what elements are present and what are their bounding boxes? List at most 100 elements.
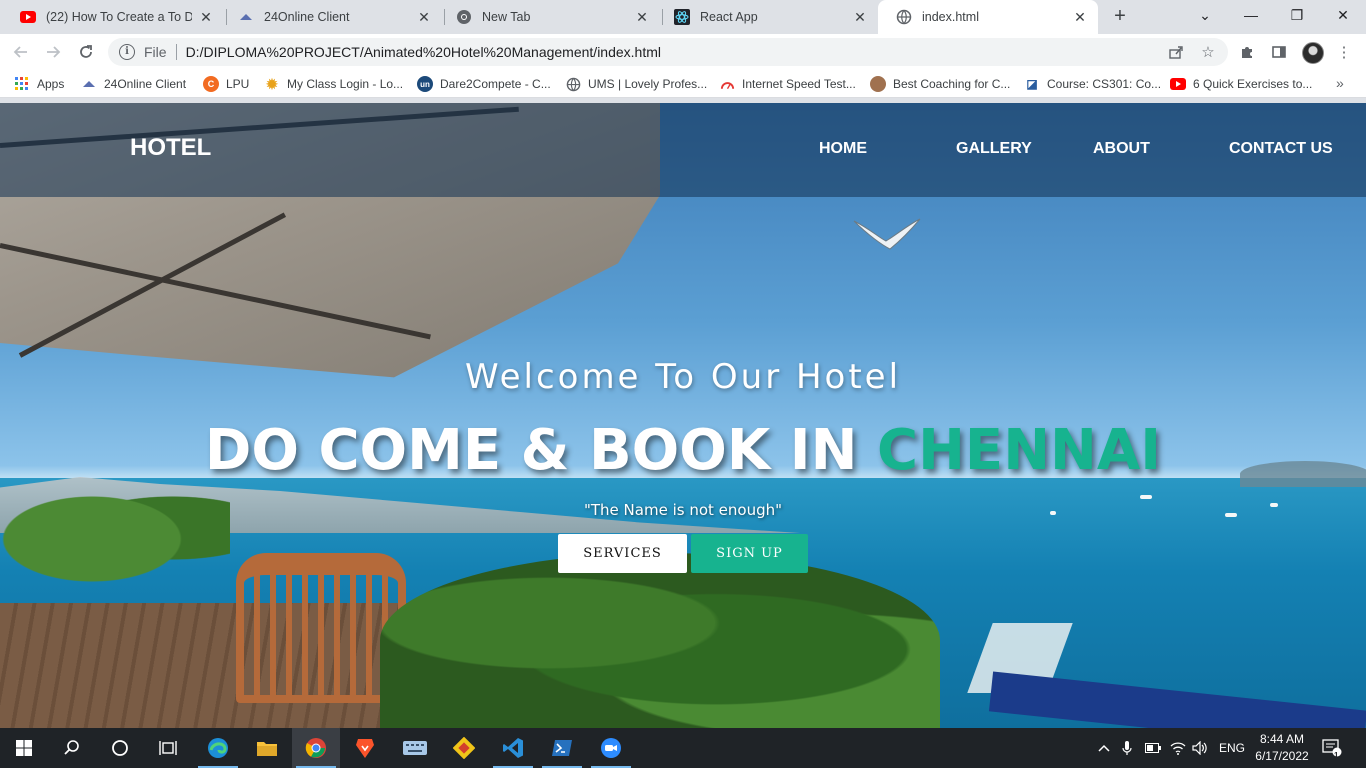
bookmark-label: Apps xyxy=(37,77,65,91)
side-panel-icon[interactable] xyxy=(1269,42,1289,62)
bookmark-course-cs301[interactable]: ◪ Course: CS301: Co... xyxy=(1024,75,1161,93)
hero-title: DO COME & BOOK IN CHENNAI xyxy=(0,418,1366,483)
arrow-left-icon xyxy=(13,46,27,58)
close-icon[interactable]: ✕ xyxy=(416,9,432,25)
chrome-icon[interactable] xyxy=(292,728,340,768)
omnibox-divider xyxy=(175,44,177,60)
new-tab-button[interactable]: + xyxy=(1108,5,1132,29)
bookmark-label: Dare2Compete - C... xyxy=(440,77,551,91)
profile-avatar[interactable] xyxy=(1302,42,1324,64)
reload-icon xyxy=(80,45,92,58)
speed-icon xyxy=(719,76,735,92)
show-hidden-icons-chevron-icon[interactable] xyxy=(1098,728,1110,768)
tab-index-html[interactable]: index.html ✕ xyxy=(878,0,1098,34)
bookmark-label: UMS | Lovely Profes... xyxy=(588,77,708,91)
edge-icon[interactable] xyxy=(194,728,242,768)
bookmark-ums[interactable]: UMS | Lovely Profes... xyxy=(565,75,707,93)
bookmark-apps[interactable]: Apps xyxy=(14,75,64,93)
notification-center-icon[interactable]: 1 xyxy=(1322,728,1342,768)
un-icon: un xyxy=(417,76,433,92)
react-icon xyxy=(674,9,690,25)
bookmark-label: Best Coaching for C... xyxy=(893,77,1011,91)
tab-24online[interactable]: 24Online Client ✕ xyxy=(220,0,442,34)
volume-icon[interactable] xyxy=(1192,728,1208,768)
services-button[interactable]: SERVICES xyxy=(558,534,687,573)
bookmark-my-class-login[interactable]: ✹ My Class Login - Lo... xyxy=(264,75,403,93)
seagull-icon xyxy=(853,218,921,250)
close-icon[interactable]: ✕ xyxy=(198,9,214,25)
bookmark-dare2compete[interactable]: un Dare2Compete - C... xyxy=(417,75,551,93)
close-icon[interactable]: ✕ xyxy=(634,9,650,25)
info-icon[interactable]: i xyxy=(119,44,135,60)
browser-tab-strip: (22) How To Create a To Do List ✕ 24Onli… xyxy=(0,0,1366,34)
bookmark-speed-test[interactable]: Internet Speed Test... xyxy=(719,75,856,93)
sign-up-button[interactable]: SIGN UP xyxy=(691,534,808,573)
address-bar[interactable]: i File D:/DIPLOMA%20PROJECT/Animated%20H… xyxy=(108,38,1228,66)
bookmark-24online[interactable]: 24Online Client xyxy=(81,75,186,93)
tab-youtube[interactable]: (22) How To Create a To Do List ✕ xyxy=(2,0,224,34)
tab-title: New Tab xyxy=(482,10,531,24)
site-logo[interactable]: HOTEL xyxy=(130,134,211,162)
tab-title: index.html xyxy=(922,10,979,24)
reload-button[interactable] xyxy=(74,40,98,64)
tab-title: (22) How To Create a To Do List xyxy=(46,10,192,24)
tab-title: React App xyxy=(700,10,758,24)
restore-button[interactable]: ❐ xyxy=(1274,0,1320,30)
bookmarks-overflow-icon[interactable]: » xyxy=(1336,75,1344,91)
bookmark-quick-exercises[interactable]: 6 Quick Exercises to... xyxy=(1170,75,1312,93)
keyboard-icon[interactable] xyxy=(391,728,439,768)
minimize-button[interactable]: — xyxy=(1228,0,1274,30)
back-button[interactable] xyxy=(9,40,33,64)
share-icon[interactable] xyxy=(1167,43,1185,61)
bookmark-label: Internet Speed Test... xyxy=(742,77,856,91)
file-explorer-icon[interactable] xyxy=(243,728,291,768)
windows-start-icon[interactable] xyxy=(0,728,48,768)
vscode-icon[interactable] xyxy=(489,728,537,768)
background-boat xyxy=(1140,495,1152,499)
close-window-button[interactable]: ✕ xyxy=(1320,0,1366,30)
background-plants-left xyxy=(0,473,230,583)
task-view-icon[interactable] xyxy=(144,728,192,768)
language-indicator[interactable]: ENG xyxy=(1219,728,1245,768)
tab-new-tab[interactable]: New Tab ✕ xyxy=(438,0,660,34)
bookmark-label: 24Online Client xyxy=(104,77,187,91)
bookmark-star-icon[interactable]: ☆ xyxy=(1199,43,1217,61)
site-header: HOTEL HOME GALLERY ABOUT CONTACT US xyxy=(0,103,1366,197)
powershell-icon[interactable] xyxy=(538,728,586,768)
battery-icon[interactable] xyxy=(1145,728,1161,768)
hero-title-main: DO COME & BOOK IN xyxy=(204,418,877,483)
youtube-icon xyxy=(1170,76,1186,92)
bookmark-label: LPU xyxy=(226,77,250,91)
nav-contact-us[interactable]: CONTACT US xyxy=(1229,140,1333,158)
hero-tagline: "The Name is not enough" xyxy=(583,501,783,519)
microphone-icon[interactable] xyxy=(1122,728,1132,768)
forward-button[interactable] xyxy=(41,40,65,64)
zoom-icon[interactable] xyxy=(587,728,635,768)
cloud-icon xyxy=(81,76,97,92)
nav-home[interactable]: HOME xyxy=(819,140,867,158)
youtube-icon xyxy=(20,9,36,25)
browser-toolbar: i File D:/DIPLOMA%20PROJECT/Animated%20H… xyxy=(0,34,1366,70)
search-icon[interactable] xyxy=(48,728,96,768)
hero-subtitle: Welcome To Our Hotel xyxy=(464,357,902,397)
bookmark-best-coaching[interactable]: Best Coaching for C... xyxy=(870,75,1010,93)
bookmark-lpu[interactable]: C LPU xyxy=(203,75,249,93)
url-text[interactable]: D:/DIPLOMA%20PROJECT/Animated%20Hotel%20… xyxy=(186,44,661,60)
cortana-icon[interactable] xyxy=(96,728,144,768)
kebab-menu-icon[interactable]: ⋮ xyxy=(1334,42,1354,62)
brave-icon[interactable] xyxy=(341,728,389,768)
nav-gallery[interactable]: GALLERY xyxy=(956,140,1032,158)
close-icon[interactable]: ✕ xyxy=(1072,9,1088,25)
wifi-icon[interactable] xyxy=(1170,728,1186,768)
close-icon[interactable]: ✕ xyxy=(852,9,868,25)
person-icon xyxy=(870,76,886,92)
course-icon: ◪ xyxy=(1026,77,1038,91)
system-clock[interactable]: 8:44 AM 6/17/2022 xyxy=(1252,731,1312,765)
git-icon[interactable] xyxy=(440,728,488,768)
tab-search-chevron-icon[interactable]: ⌄ xyxy=(1182,0,1228,30)
extensions-puzzle-icon[interactable] xyxy=(1237,42,1257,62)
nav-about[interactable]: ABOUT xyxy=(1093,140,1150,158)
arrow-right-icon xyxy=(47,46,61,58)
hero-title-accent: CHENNAI xyxy=(876,418,1162,483)
tab-react-app[interactable]: React App ✕ xyxy=(656,0,878,34)
